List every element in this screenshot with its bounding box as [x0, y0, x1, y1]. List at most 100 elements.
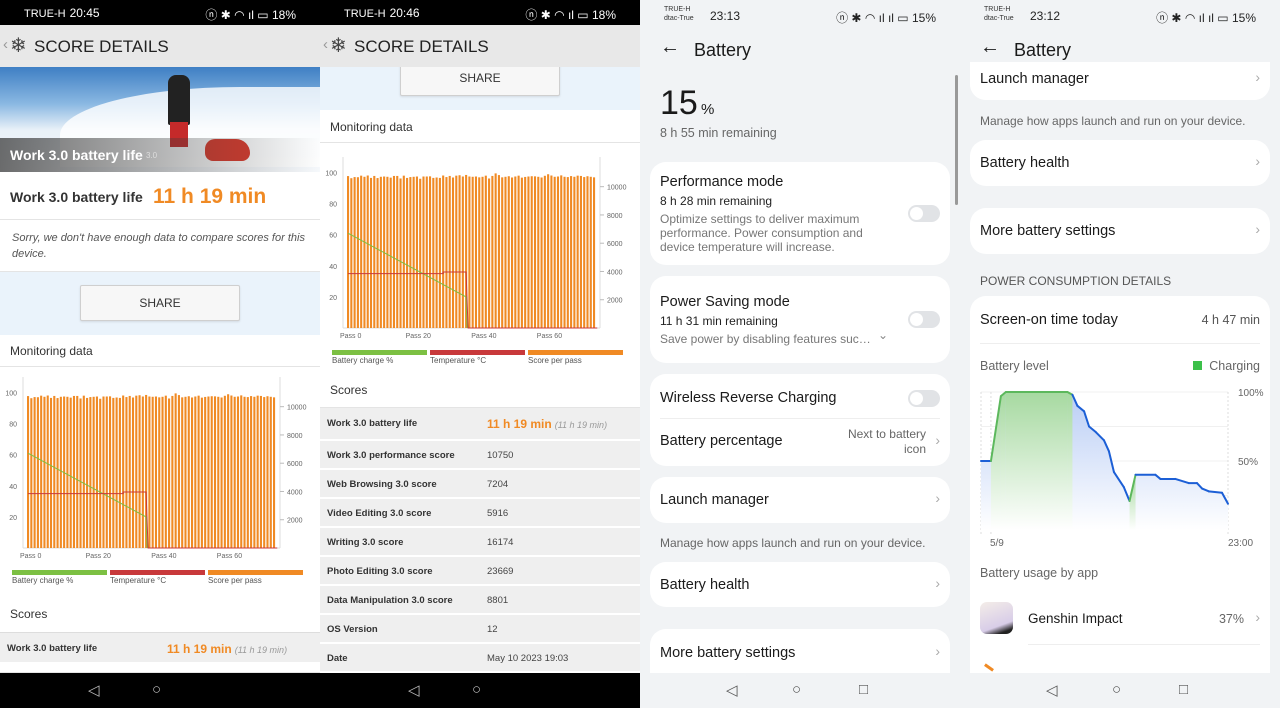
nav-back-icon[interactable]: ◁	[726, 681, 738, 699]
y-right-tick: 6000	[287, 461, 303, 468]
carrier: TRUE-H	[344, 8, 386, 20]
status-bar: TRUE-H dtac-True 23:12 ⓝ ✱ ◠ ıl ıl ▭ 15%	[960, 0, 1280, 28]
score-bar	[187, 396, 190, 548]
score-bar	[553, 176, 556, 328]
score-bar	[236, 396, 240, 548]
score-bar	[213, 396, 217, 548]
y-left-tick: 100	[325, 171, 337, 178]
score-bar	[40, 395, 43, 548]
snowflake-logo-icon: ❄	[330, 35, 347, 57]
score-value: 11 h 19 min	[487, 417, 552, 431]
launch-manager-row[interactable]: Launch manager ›	[970, 62, 1270, 100]
performance-mode-card[interactable]: Performance mode 8 h 28 min remaining Op…	[650, 162, 950, 265]
back-chevron-icon[interactable]: ‹	[323, 36, 328, 53]
score-bar	[409, 177, 412, 328]
nav-back-icon[interactable]: ◁	[88, 681, 100, 699]
score-bar	[171, 395, 174, 548]
score-bar	[95, 396, 98, 548]
score-bar	[164, 395, 167, 548]
app-name: Genshin Impact	[1028, 611, 1123, 626]
score-bar	[99, 398, 102, 548]
note-card: Sorry, we don't have enough data to comp…	[0, 220, 320, 272]
score-bar	[501, 177, 504, 328]
score-bar	[396, 175, 399, 328]
performance-mode-remaining: 8 h 28 min remaining	[660, 194, 773, 208]
score-row: Web Browsing 3.0 score 7204	[320, 470, 640, 499]
more-battery-settings-row[interactable]: More battery settings ›	[970, 208, 1270, 254]
power-saving-card[interactable]: Power Saving mode 11 h 31 min remaining …	[650, 276, 950, 363]
score-bar	[576, 175, 579, 328]
app-usage-row[interactable]: Genshin Impact 37% ›	[970, 596, 1270, 640]
score-bar	[579, 175, 582, 328]
score-bar	[435, 177, 438, 328]
battery-percent: 18%	[591, 8, 616, 22]
battery-percentage-title: Battery percentage	[660, 433, 783, 449]
battery-percentage-row[interactable]: Battery percentage Next to battery icon …	[650, 419, 950, 466]
wireless-reverse-toggle[interactable]	[908, 390, 940, 407]
nav-home-icon[interactable]: ○	[472, 681, 481, 698]
y-left-tick: 60	[9, 453, 17, 460]
carrier-2: dtac-True	[664, 15, 694, 22]
nav-recents-icon[interactable]: □	[1179, 681, 1188, 698]
battery-health-row[interactable]: Battery health ›	[650, 562, 950, 607]
battery-health-row[interactable]: Battery health ›	[970, 140, 1270, 186]
monitoring-title: Monitoring data	[330, 120, 413, 134]
nav-recents-icon[interactable]: □	[859, 681, 868, 698]
performance-mode-toggle[interactable]	[908, 205, 940, 222]
score-bar	[402, 175, 405, 328]
score-label: Work 3.0 performance score	[327, 450, 455, 461]
battery-level-unit: %	[701, 101, 715, 118]
back-chevron-icon[interactable]: ‹	[3, 36, 8, 53]
score-bar	[246, 397, 249, 548]
score-bar	[517, 175, 520, 328]
x-tick: Pass 0	[340, 333, 362, 340]
status-bar: TRUE-H dtac-True 23:13 ⓝ ✱ ◠ ıl ıl ▭ 15%	[640, 0, 960, 28]
back-arrow-icon[interactable]: ←	[660, 36, 680, 59]
score-bar	[514, 176, 517, 328]
power-saving-toggle[interactable]	[908, 311, 940, 328]
nav-back-icon[interactable]: ◁	[408, 681, 420, 699]
expand-chevron-icon[interactable]: ⌄	[878, 328, 888, 342]
legend-swatch	[430, 350, 525, 355]
scores-title: Scores	[10, 607, 48, 621]
score-label: Video Editing 3.0 score	[327, 508, 432, 519]
launch-manager-row[interactable]: Launch manager ›	[650, 477, 950, 523]
carrier-2: dtac-True	[984, 15, 1014, 22]
nav-home-icon[interactable]: ○	[1112, 681, 1121, 698]
score-bar	[570, 176, 573, 328]
nav-back-icon[interactable]: ◁	[1046, 681, 1058, 699]
nav-home-icon[interactable]: ○	[152, 681, 161, 698]
back-arrow-icon[interactable]: ←	[980, 36, 1000, 59]
score-bar	[556, 176, 560, 328]
share-button[interactable]: SHARE	[80, 285, 240, 321]
battery-health-title: Battery health	[660, 577, 750, 593]
score-bar	[589, 176, 592, 328]
screen-on-row[interactable]: Screen-on time today 4 h 47 min	[970, 296, 1270, 342]
hero-title: Work 3.0 battery life	[10, 147, 143, 163]
scrollbar[interactable]	[955, 75, 958, 205]
battery-percent: 15%	[1231, 11, 1256, 25]
result-card: Work 3.0 battery life 11 h 19 min	[0, 172, 320, 220]
wireless-reverse-title: Wireless Reverse Charging	[660, 390, 837, 406]
score-bar	[72, 395, 76, 548]
score-bar	[197, 395, 200, 548]
y-left-tick: 40	[9, 484, 17, 491]
power-saving-title: Power Saving mode	[660, 294, 790, 310]
score-bar	[151, 396, 154, 548]
score-bar	[366, 175, 369, 328]
legend-swatch	[208, 570, 303, 575]
nav-home-icon[interactable]: ○	[792, 681, 801, 698]
x-tick: Pass 60	[537, 333, 562, 340]
page-title: SCORE DETAILS	[354, 37, 489, 56]
score-bar	[56, 398, 59, 548]
score-bar	[122, 395, 125, 548]
score-bar	[543, 175, 546, 328]
y-left-tick: 20	[9, 515, 17, 522]
score-bar	[461, 176, 464, 328]
score-bar	[422, 176, 425, 328]
score-bar	[33, 397, 36, 548]
score-bar	[566, 177, 569, 328]
carrier: TRUE-H	[24, 8, 66, 20]
score-bar	[46, 395, 49, 548]
screen-on-value: 4 h 47 min	[1201, 313, 1260, 327]
